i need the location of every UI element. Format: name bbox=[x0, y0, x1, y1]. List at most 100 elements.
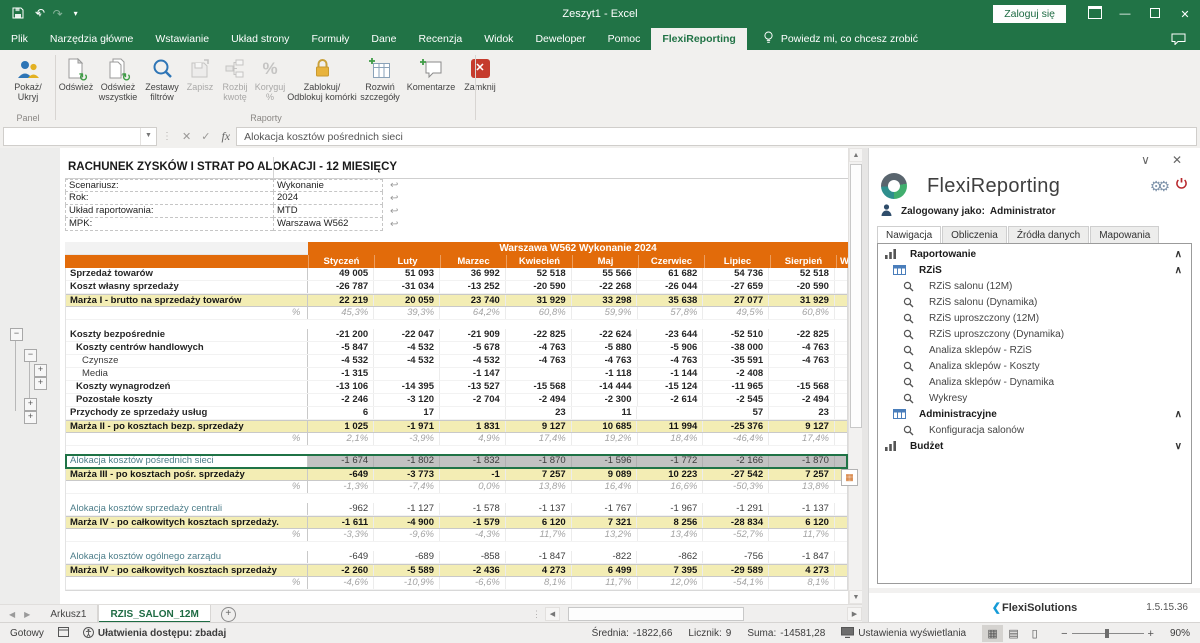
macro-record-icon[interactable] bbox=[58, 627, 69, 640]
cell-r6-c0[interactable]: -5 847 bbox=[308, 342, 374, 354]
ribbon-tab-plik[interactable]: Plik bbox=[0, 28, 39, 50]
cell-r7-c4[interactable]: -4 763 bbox=[572, 355, 638, 367]
cell-r19-c0[interactable]: -962 bbox=[308, 503, 374, 515]
param-value-uklad-raportowania[interactable]: MTD bbox=[273, 205, 383, 218]
param-value-scenariusz[interactable]: Wykonanie bbox=[273, 179, 383, 192]
cell-r23-c1[interactable]: -689 bbox=[374, 551, 440, 563]
tab-splitter-grip[interactable]: ⋮ bbox=[532, 609, 541, 620]
comment-icon[interactable] bbox=[1171, 28, 1186, 50]
param-value-mpk[interactable]: Warszawa W562 bbox=[273, 218, 383, 231]
cell-r17-c0[interactable]: -1,3% bbox=[308, 481, 374, 493]
cell-r25-c5[interactable]: 12,0% bbox=[638, 577, 704, 589]
cell-r17-c1[interactable]: -7,4% bbox=[374, 481, 440, 493]
format-options-smart-tag[interactable]: ▦ bbox=[841, 469, 858, 486]
cell-r8-c2[interactable]: -1 147 bbox=[440, 368, 506, 380]
cell-r23-c0[interactable]: -649 bbox=[308, 551, 374, 563]
cell-r5-c0[interactable]: -21 200 bbox=[308, 329, 374, 341]
cancel-icon[interactable]: ✕ bbox=[182, 130, 191, 143]
row-label-x[interactable]: % bbox=[66, 433, 308, 445]
cell-r21-c3[interactable]: 11,7% bbox=[506, 529, 572, 541]
horizontal-scrollbar[interactable]: ⋮ ◀ ▶ bbox=[532, 605, 862, 623]
tree-item-rzis-salonu-12m[interactable]: RZiS salonu (12M) bbox=[878, 278, 1191, 294]
cell-r0-c5[interactable]: 61 682 bbox=[637, 268, 703, 280]
cell-r2-c7[interactable]: 31 929 bbox=[769, 295, 835, 306]
cell-r12-c2[interactable]: 1 831 bbox=[440, 421, 506, 432]
tree-section-raportowanie[interactable]: Raportowanie∧ bbox=[878, 246, 1191, 262]
save-icon[interactable] bbox=[12, 7, 24, 21]
outline-expand-button[interactable]: + bbox=[24, 411, 37, 424]
cell-r1-c4[interactable]: -22 268 bbox=[572, 281, 638, 293]
tree-section-budzet[interactable]: Budżet∨ bbox=[878, 438, 1191, 454]
sign-in-button[interactable]: Zaloguj się bbox=[993, 5, 1066, 23]
cell-r9-c1[interactable]: -14 395 bbox=[374, 381, 440, 393]
row-label-x[interactable]: % bbox=[66, 307, 308, 319]
cell-r9-c2[interactable]: -13 527 bbox=[440, 381, 506, 393]
filter-sets-button[interactable]: Zestawyfiltrów bbox=[141, 53, 183, 102]
cell-r1-c5[interactable]: -26 044 bbox=[637, 281, 703, 293]
sheet-prev-icon[interactable]: ◀ bbox=[9, 610, 15, 619]
cell-r16-c0[interactable]: -649 bbox=[308, 469, 374, 480]
cell-r16-c4[interactable]: 9 089 bbox=[572, 469, 638, 480]
cell-r21-c7[interactable]: 11,7% bbox=[769, 529, 835, 541]
cell-r11-c1[interactable]: 17 bbox=[374, 407, 440, 419]
cell-r23-c3[interactable]: -1 847 bbox=[506, 551, 572, 563]
row-label-sprzedaz-towarow[interactable]: Sprzedaż towarów bbox=[66, 268, 308, 280]
cell-r17-c6[interactable]: -50,3% bbox=[703, 481, 769, 493]
cell-r24-c1[interactable]: -5 589 bbox=[374, 565, 440, 576]
cell-r15-c0[interactable]: -1 674 bbox=[308, 455, 374, 467]
row-label-koszty-centrow-handlowych[interactable]: Koszty centrów handlowych bbox=[66, 342, 308, 354]
cell-r19-c5[interactable]: -1 967 bbox=[637, 503, 703, 515]
cell-r0-c2[interactable]: 36 992 bbox=[440, 268, 506, 280]
cell-r1-c2[interactable]: -13 252 bbox=[440, 281, 506, 293]
cell-r23-c5[interactable]: -862 bbox=[637, 551, 703, 563]
page-layout-view-button[interactable]: ▤ bbox=[1003, 625, 1024, 642]
refresh-all-button[interactable]: ↻ Odświeżwszystkie bbox=[95, 53, 141, 102]
cell-r8-c4[interactable]: -1 118 bbox=[572, 368, 638, 380]
cell-r19-c4[interactable]: -1 767 bbox=[572, 503, 638, 515]
cell-r6-c3[interactable]: -4 763 bbox=[506, 342, 572, 354]
formula-input[interactable]: Alokacja kosztów pośrednich sieci bbox=[236, 127, 1197, 146]
cell-r24-c4[interactable]: 6 499 bbox=[572, 565, 638, 576]
zoom-slider-thumb[interactable] bbox=[1105, 629, 1109, 638]
cell-r3-c5[interactable]: 57,8% bbox=[638, 307, 704, 319]
ribbon-tab-formuly[interactable]: Formuły bbox=[300, 28, 360, 50]
cell-r20-c4[interactable]: 7 321 bbox=[572, 517, 638, 528]
cell-r10-c7[interactable]: -2 494 bbox=[769, 394, 835, 406]
month-header-lipiec[interactable]: Lipiec bbox=[704, 255, 770, 268]
row-label-marza-iv-po-calkowitych-kosztach-sprzedazy[interactable]: Marża IV - po całkowitych kosztach sprze… bbox=[66, 565, 308, 576]
cell-r9-c0[interactable]: -13 106 bbox=[308, 381, 374, 393]
cell-r24-c6[interactable]: -29 589 bbox=[703, 565, 769, 576]
cell-r21-c1[interactable]: -9,6% bbox=[374, 529, 440, 541]
cell-r6-c5[interactable]: -5 906 bbox=[638, 342, 704, 354]
cell-r1-c1[interactable]: -31 034 bbox=[374, 281, 440, 293]
cell-r3-c0[interactable]: 45,3% bbox=[308, 307, 374, 319]
cell-r9-c6[interactable]: -11 965 bbox=[703, 381, 769, 393]
ribbon-tab-widok[interactable]: Widok bbox=[473, 28, 524, 50]
cell-r8-c1[interactable] bbox=[374, 368, 440, 380]
tree-section-administracyjne[interactable]: Administracyjne∧ bbox=[878, 406, 1191, 422]
pane-collapse-icon[interactable]: ∨ bbox=[1141, 153, 1150, 167]
chevron-down-icon[interactable]: ∨ bbox=[1175, 441, 1182, 452]
cell-r7-c0[interactable]: -4 532 bbox=[308, 355, 374, 367]
chevron-up-icon[interactable]: ∧ bbox=[1175, 409, 1182, 420]
cell-r15-c3[interactable]: -1 870 bbox=[506, 455, 572, 467]
lock-unlock-cells-button[interactable]: Zablokuj/Odblokuj komórki bbox=[287, 53, 357, 102]
tree-item-rzis-salonu-dynamika[interactable]: RZiS salonu (Dynamika) bbox=[878, 294, 1191, 310]
vertical-scrollbar[interactable]: ▲ ▼ bbox=[848, 148, 863, 604]
cell-r3-c7[interactable]: 60,8% bbox=[769, 307, 835, 319]
cell-r9-c7[interactable]: -15 568 bbox=[769, 381, 835, 393]
cell-r11-c4[interactable]: 11 bbox=[572, 407, 638, 419]
cell-r16-c1[interactable]: -3 773 bbox=[374, 469, 440, 480]
tell-me-box[interactable]: Powiedz mi, co chcesz zrobić bbox=[763, 28, 918, 50]
ribbon-tab-flexireporting[interactable]: FlexiReporting bbox=[651, 28, 747, 50]
cell-r15-c2[interactable]: -1 832 bbox=[440, 455, 506, 467]
row-label-alokacja-kosztow-posrednich-sieci[interactable]: Alokacja kosztów pośrednich sieci bbox=[66, 455, 308, 467]
enter-icon[interactable]: ✓ bbox=[201, 130, 210, 143]
status-average[interactable]: Średnia:-1822,66 bbox=[592, 628, 673, 639]
month-header-luty[interactable]: Luty bbox=[374, 255, 440, 268]
row-label-koszty-wynagrodzen[interactable]: Koszty wynagrodzeń bbox=[66, 381, 308, 393]
cell-r0-c1[interactable]: 51 093 bbox=[374, 268, 440, 280]
status-sum[interactable]: Suma:-14581,28 bbox=[747, 628, 825, 639]
cell-r9-c3[interactable]: -15 568 bbox=[506, 381, 572, 393]
cell-r16-c7[interactable]: 7 257 bbox=[769, 469, 835, 480]
